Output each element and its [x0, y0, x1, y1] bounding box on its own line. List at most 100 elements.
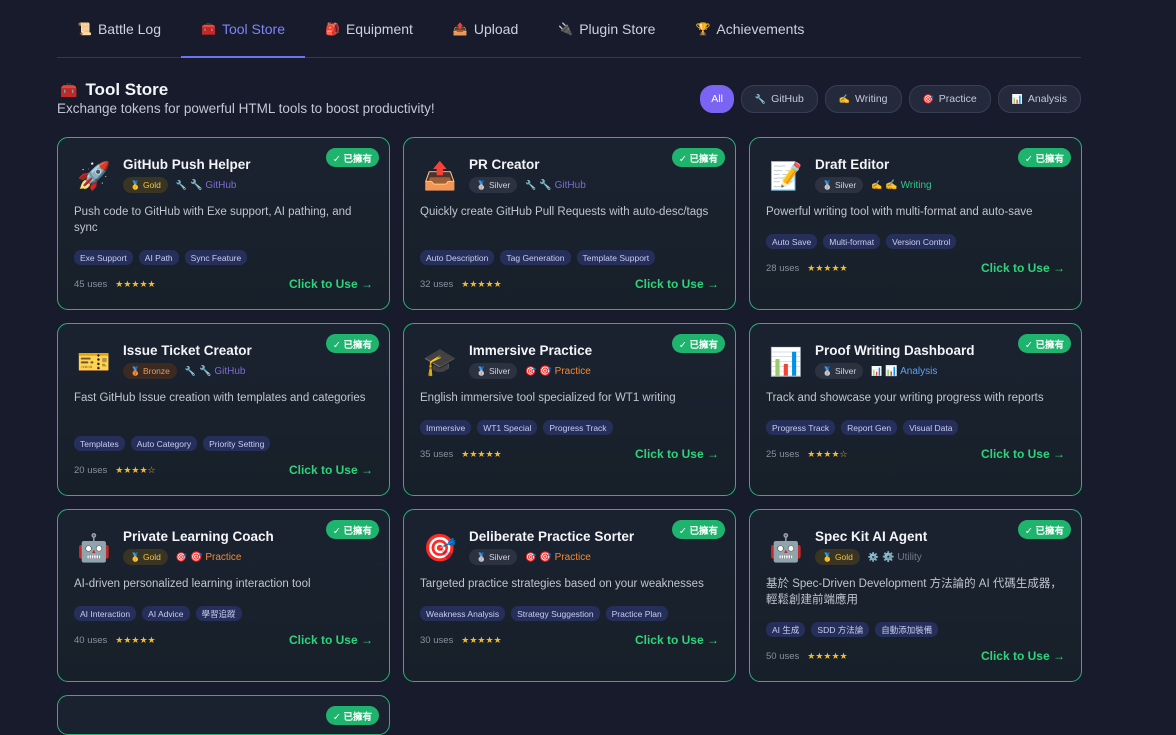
tool-meta: 🥈 Silver 🎯 🎯 Practice: [469, 363, 591, 379]
tier-badge: 🥇 Gold: [123, 549, 168, 565]
tab-plugin-store[interactable]: 🔌 Plugin Store: [538, 0, 675, 57]
feature-tag: AI Interaction: [74, 606, 137, 621]
use-tool-button[interactable]: Click to Use →: [635, 277, 719, 291]
usage-count: 35 uses: [420, 448, 454, 460]
category-text: 🎯 Practice: [539, 365, 591, 377]
category-text: 🎯 Practice: [190, 551, 242, 563]
tool-name: Proof Writing Dashboard: [815, 343, 975, 358]
filter-all[interactable]: All: [700, 85, 734, 113]
page-title-text: Tool Store: [85, 80, 169, 99]
feature-tag: 自動添加裝備: [875, 622, 939, 637]
feature-tag: WT1 Special: [477, 420, 538, 435]
target-icon: 🎯: [922, 93, 934, 104]
feature-tag: Template Support: [576, 250, 656, 265]
tier-badge: 🥈 Silver: [815, 363, 864, 379]
category-label: ⚙️ ⚙️ Utility: [868, 552, 922, 563]
tool-card[interactable]: ✓ 已擁有 🎓 Immersive Practice 🥈 Silver 🎯 🎯 P…: [403, 323, 736, 496]
usage-info: 40 uses ★★★★★: [74, 635, 156, 646]
rocket-icon: 🚀: [77, 161, 111, 191]
tool-description: Powerful writing tool with multi-format …: [766, 206, 1033, 218]
writing-hand-icon: ✍️: [838, 93, 851, 104]
tool-description: English immersive tool specialized for W…: [420, 392, 676, 404]
tool-card-partial[interactable]: ✓ 已擁有: [57, 695, 390, 735]
tool-grid: ✓ 已擁有 🚀 GitHub Push Helper 🥇 Gold 🔧 🔧 Git…: [57, 137, 1082, 682]
wrench-icon: 🔧: [754, 93, 767, 104]
tab-label: Upload: [473, 20, 519, 37]
feature-tag: AI Advice: [142, 606, 190, 621]
tool-tags: Templates Auto Category Priority Setting: [74, 436, 271, 451]
tool-footer: 35 uses ★★★★★ Click to Use →: [420, 447, 719, 461]
filter-analysis[interactable]: 📊 Analysis: [997, 85, 1081, 113]
tool-footer: 32 uses ★★★★★ Click to Use →: [420, 277, 719, 291]
tab-tool-store[interactable]: 🧰 Tool Store: [181, 0, 306, 58]
use-tool-button[interactable]: Click to Use →: [289, 277, 373, 291]
rating-stars: ★★★★☆: [115, 464, 156, 475]
tier-badge: 🥉 Bronze: [123, 363, 177, 379]
tab-battle-log[interactable]: 📜 Battle Log: [57, 0, 181, 57]
tier-badge: 🥈 Silver: [815, 177, 864, 193]
target-icon: 🎯: [525, 365, 537, 376]
ticket-icon: 🎫: [77, 347, 111, 377]
feature-tag: Progress Track: [766, 420, 836, 435]
filter-writing[interactable]: ✍️ Writing: [824, 85, 902, 113]
filter-github[interactable]: 🔧 GitHub: [740, 85, 818, 113]
tool-card[interactable]: ✓ 已擁有 🚀 GitHub Push Helper 🥇 Gold 🔧 🔧 Git…: [57, 137, 390, 310]
tool-description: AI-driven personalized learning interact…: [74, 578, 311, 590]
category-label: 🎯 🎯 Practice: [525, 552, 591, 563]
tab-upload[interactable]: 📤 Upload: [433, 0, 538, 57]
trophy-icon: 🏆: [695, 21, 711, 36]
filter-label: Writing: [855, 93, 888, 105]
tab-achievements[interactable]: 🏆 Achievements: [675, 0, 824, 57]
filter-practice[interactable]: 🎯 Practice: [908, 85, 991, 113]
tool-tags: Auto Description Tag Generation Template…: [420, 250, 656, 265]
use-tool-button[interactable]: Click to Use →: [635, 447, 719, 461]
tool-tags: Exe Support AI Path Sync Feature: [74, 250, 248, 265]
chart-icon: 📊: [1011, 93, 1023, 104]
tool-card[interactable]: ✓ 已擁有 📤 PR Creator 🥈 Silver 🔧 🔧 GitHub Qu…: [403, 137, 736, 310]
tool-name: Deliberate Practice Sorter: [469, 529, 635, 544]
rating-stars: ★★★★☆: [807, 448, 848, 459]
owned-badge: ✓ 已擁有: [671, 148, 725, 167]
tool-tags: Progress Track Report Gen Visual Data: [766, 420, 959, 435]
tool-card[interactable]: ✓ 已擁有 🎫 Issue Ticket Creator 🥉 Bronze 🔧 🔧…: [57, 323, 390, 496]
use-tool-button[interactable]: Click to Use →: [635, 633, 719, 647]
tool-card[interactable]: ✓ 已擁有 🤖 Spec Kit AI Agent 🥇 Gold ⚙️ ⚙️ Ut…: [749, 509, 1082, 682]
writing-hand-icon: ✍️: [871, 179, 883, 190]
use-tool-button[interactable]: Click to Use →: [981, 649, 1065, 663]
feature-tag: Priority Setting: [203, 436, 271, 451]
tier-badge: 🥈 Silver: [469, 549, 518, 565]
usage-count: 32 uses: [420, 278, 454, 290]
chart-icon: 📊: [871, 365, 883, 376]
backpack-icon: 🎒: [325, 21, 340, 36]
rating-stars: ★★★★★: [807, 262, 848, 273]
usage-info: 32 uses ★★★★★: [420, 279, 502, 290]
owned-badge: ✓ 已擁有: [325, 148, 379, 167]
use-tool-button[interactable]: Click to Use →: [289, 633, 373, 647]
tool-footer: 20 uses ★★★★☆ Click to Use →: [74, 463, 373, 477]
scroll-icon: 📜: [77, 21, 92, 36]
tool-card[interactable]: ✓ 已擁有 📝 Draft Editor 🥈 Silver ✍️ ✍️ Writi…: [749, 137, 1082, 310]
filter-label: All: [711, 93, 723, 105]
use-tool-button[interactable]: Click to Use →: [981, 261, 1065, 275]
tool-meta: 🥈 Silver 🔧 🔧 GitHub: [469, 177, 586, 193]
tool-meta: 🥇 Gold 🔧 🔧 GitHub: [123, 177, 236, 193]
owned-badge: ✓ 已擁有: [671, 520, 725, 539]
feature-tag: Progress Track: [543, 420, 613, 435]
tab-equipment[interactable]: 🎒 Equipment: [305, 0, 433, 57]
toolbox-icon: 🧰: [60, 81, 78, 98]
tier-badge: 🥇 Gold: [123, 177, 168, 193]
owned-badge: ✓ 已擁有: [1017, 520, 1071, 539]
category-text: 🔧 GitHub: [199, 365, 246, 377]
usage-info: 50 uses ★★★★★: [766, 651, 848, 662]
feature-tag: AI 生成: [766, 622, 806, 637]
usage-info: 28 uses ★★★★★: [766, 263, 848, 274]
usage-info: 35 uses ★★★★★: [420, 449, 502, 460]
use-tool-button[interactable]: Click to Use →: [289, 463, 373, 477]
use-tool-button[interactable]: Click to Use →: [981, 447, 1065, 461]
tool-card[interactable]: ✓ 已擁有 🤖 Private Learning Coach 🥇 Gold 🎯 🎯…: [57, 509, 390, 682]
tier-badge: 🥈 Silver: [469, 363, 518, 379]
tool-card[interactable]: ✓ 已擁有 🎯 Deliberate Practice Sorter 🥈 Sil…: [403, 509, 736, 682]
tool-card[interactable]: ✓ 已擁有 📊 Proof Writing Dashboard 🥈 Silver…: [749, 323, 1082, 496]
target-icon: 🎯: [525, 551, 537, 562]
tab-label: Plugin Store: [579, 20, 656, 37]
